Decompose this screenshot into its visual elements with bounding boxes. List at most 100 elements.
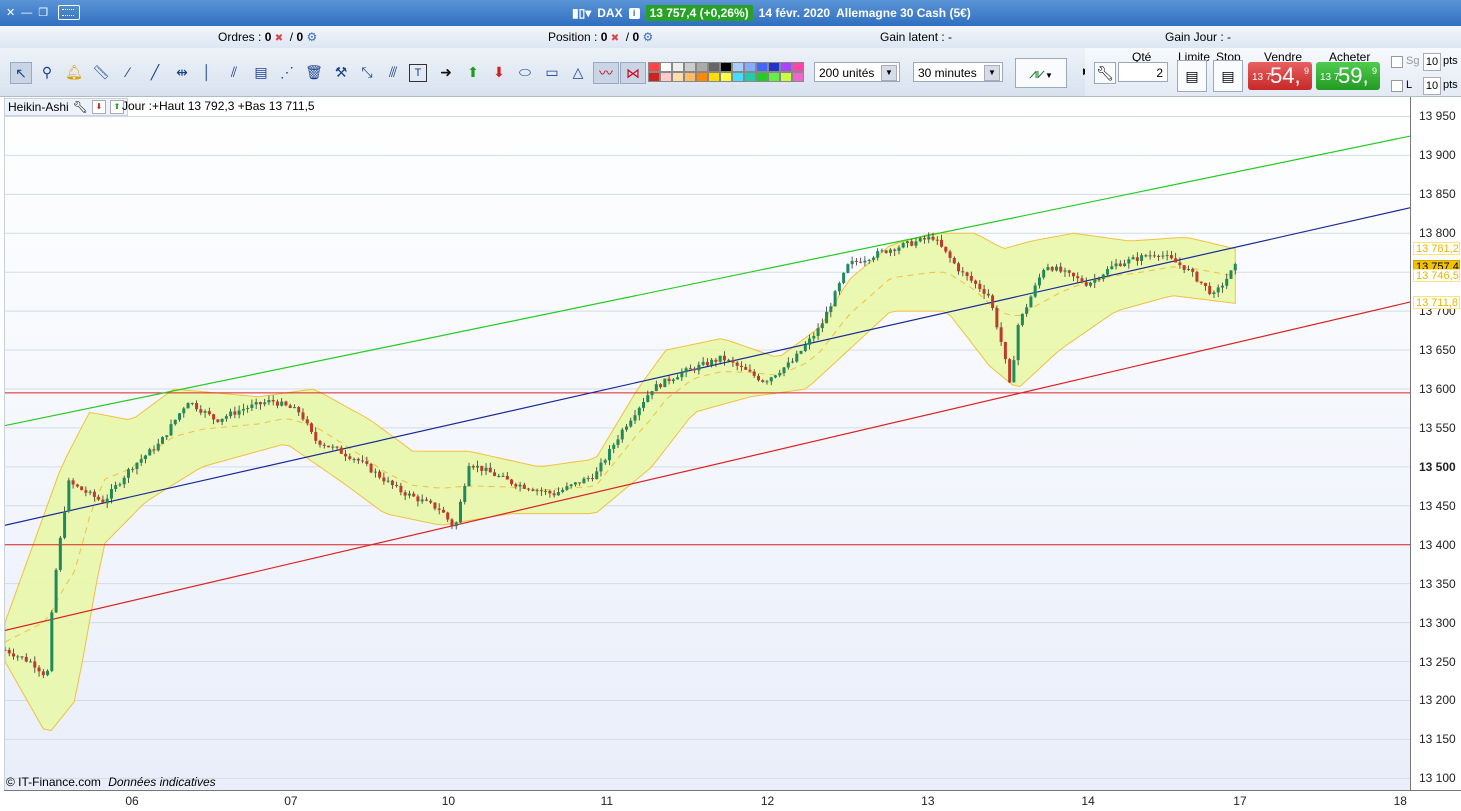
candle-body [212,414,216,420]
arrow-up-icon[interactable]: ⬆ [463,62,483,82]
swatch[interactable] [768,72,780,82]
hammer-icon[interactable]: ⚒ [331,62,351,82]
window-controls: ✕ — ❐ [6,5,81,20]
swatch[interactable] [648,62,660,72]
line-tool-icon[interactable]: ╱ [145,62,165,82]
fibonacci-icon[interactable]: ▤ [251,62,271,82]
swatch[interactable] [732,62,744,72]
cancel-orders-icon[interactable]: ✖ [275,33,283,44]
segment-tool-icon[interactable]: ⁄ [118,62,138,82]
orders-settings-icon[interactable]: ⚙ [306,30,317,44]
swatch[interactable] [720,72,732,82]
swatch[interactable] [720,62,732,72]
rectangle-tool-icon[interactable]: ▭ [542,62,562,82]
close-position-icon[interactable]: ✖ [611,33,619,44]
channel-tool-icon[interactable]: ⫽ [224,62,244,82]
swatch[interactable] [708,72,720,82]
indicator-settings-wrench-icon[interactable]: 🔧︎ [73,100,88,114]
stop-order-button[interactable]: ▤ [1213,60,1243,92]
candle-body [739,365,743,368]
pointer-tool-icon[interactable]: ↖ [10,62,32,84]
buy-button[interactable]: 13 7 59, 9 [1316,62,1380,90]
swatch[interactable] [708,62,720,72]
swatch[interactable] [744,62,756,72]
candle-body [203,411,207,413]
candle-body [250,404,254,408]
interval-select[interactable]: 30 minutes ▼ [913,62,1003,82]
swatch[interactable] [768,62,780,72]
swatch[interactable] [648,72,660,82]
trend-fan-icon[interactable]: ⋰ [277,62,297,82]
chevron-down-icon[interactable]: ▼ [984,65,1000,81]
indicator-line-icon[interactable]: 〰 [593,62,619,84]
chart-style-button[interactable]: ⩘⩗▼ [1015,58,1067,88]
sg-points-input[interactable]: 10 [1423,53,1441,71]
swatch[interactable] [660,62,672,72]
candle-body [12,653,16,657]
candle-body [663,378,667,388]
candle-body [156,443,160,451]
swatch[interactable] [660,72,672,82]
swatch[interactable] [756,72,768,82]
candle-body [969,275,973,281]
swatch[interactable] [696,72,708,82]
quantity-input[interactable]: 2 [1118,62,1168,82]
time-axis[interactable]: 06 07 10 11 12 13 14 17 18 [4,790,1461,811]
candle-body [480,465,484,471]
l-points-input[interactable]: 10 [1423,77,1441,95]
indicator-zigzag-icon[interactable]: ⋈ [620,62,646,84]
parallel-lines-icon[interactable]: ⫻ [383,62,403,82]
swatch[interactable] [744,72,756,82]
swatch[interactable] [792,62,804,72]
arrow-right-icon[interactable]: ➜ [436,62,456,82]
keyboard-icon[interactable] [58,5,81,20]
price-chart[interactable] [3,97,1412,790]
cross-line-icon[interactable]: ⤡ [357,62,377,82]
arrow-down-icon[interactable]: ⬇ [489,62,509,82]
units-select[interactable]: 200 unités ▼ [814,62,900,82]
chart-type-icon[interactable]: ▮▯▾ [572,6,591,20]
swatch[interactable] [684,72,696,82]
candle-body [1097,278,1101,280]
candle-body [1059,266,1063,272]
zoom-tool-icon[interactable]: ⚲ [37,62,57,82]
swatch[interactable] [792,72,804,82]
close-icon[interactable]: ✕ [6,6,15,19]
candle-body [527,488,531,490]
symbol-label[interactable]: DAX [597,6,622,20]
swatch[interactable] [780,62,792,72]
swatch[interactable] [732,72,744,82]
trash-icon[interactable]: 🗑︎ [304,62,324,82]
order-settings-wrench-icon[interactable]: 🔧︎ [1094,62,1116,84]
swatch[interactable] [780,72,792,82]
swatch[interactable] [756,62,768,72]
sell-button[interactable]: 13 7 54, 9 [1248,62,1312,90]
sg-checkbox[interactable] [1391,56,1403,68]
text-tool-icon[interactable]: T [409,64,427,82]
candle-body [539,490,543,492]
indicator-down-icon[interactable]: ⬇ [91,100,106,114]
alert-bell-icon[interactable]: 🔔︎ [64,62,84,82]
swatch[interactable] [672,62,684,72]
buy-price-prefix: 13 7 [1320,72,1340,83]
ruler-tool-icon[interactable]: 📏︎ [91,62,111,82]
horizontal-line-icon[interactable]: ⇹ [172,62,192,82]
chevron-down-icon[interactable]: ▼ [881,65,897,81]
price-axis[interactable]: 13 95013 90013 85013 80013 75013 70013 6… [1410,97,1461,790]
swatch[interactable] [684,62,696,72]
position-settings-icon[interactable]: ⚙ [643,30,654,44]
restore-icon[interactable]: ❐ [38,6,48,19]
color-palette[interactable] [648,62,804,82]
l-checkbox[interactable] [1391,80,1403,92]
swatch[interactable] [672,72,684,82]
indicator-name[interactable]: Heikin-Ashi [8,100,69,114]
chart-canvas[interactable] [3,97,1412,790]
vertical-line-icon[interactable]: │ [197,62,217,82]
triangle-tool-icon[interactable]: △ [568,62,588,82]
minimize-icon[interactable]: — [21,7,32,19]
limit-order-button[interactable]: ▤ [1177,60,1207,92]
swatch[interactable] [696,62,708,72]
candle-body [246,407,250,409]
ellipse-tool-icon[interactable]: ⬭ [515,62,535,82]
info-icon[interactable]: i [628,7,640,19]
